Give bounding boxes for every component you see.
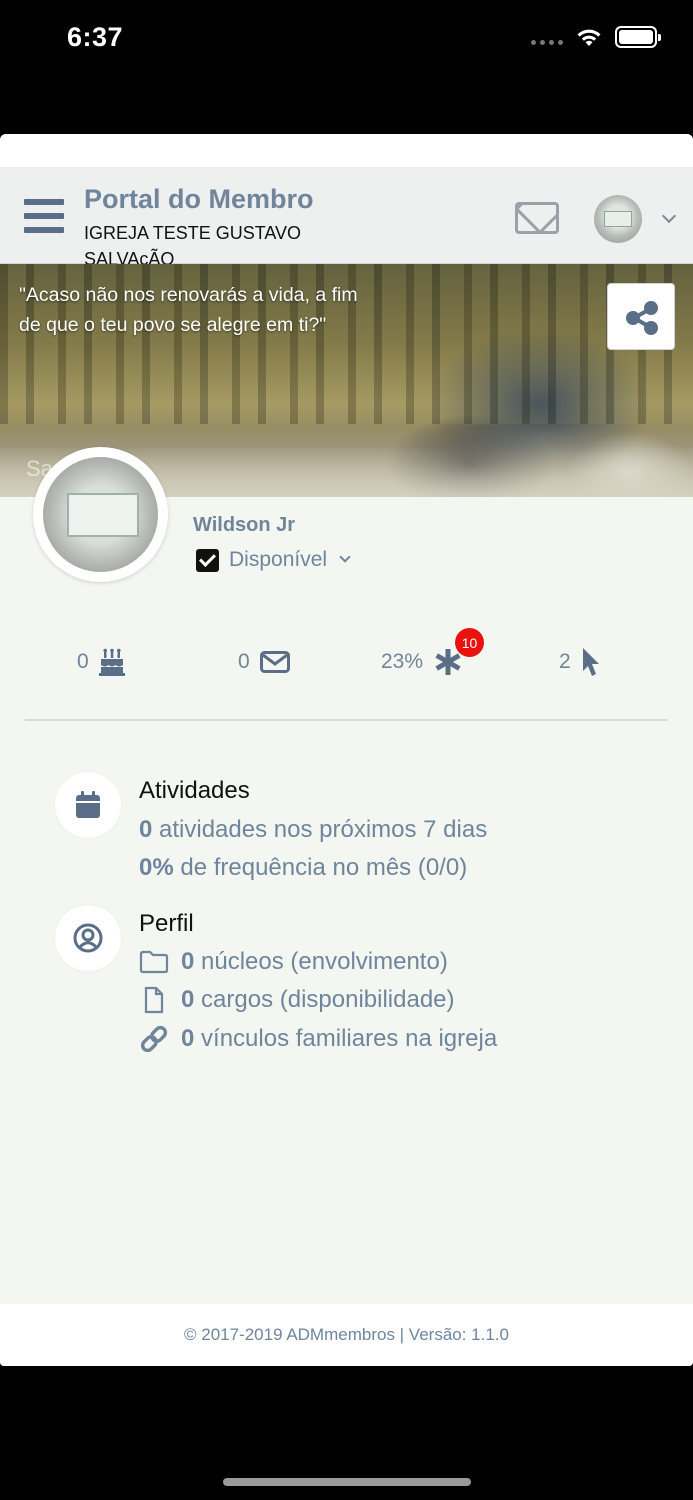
envelope-icon [259, 651, 290, 673]
share-button[interactable] [607, 283, 675, 350]
document-icon [144, 986, 164, 1014]
activities-upcoming[interactable]: 0 atividades nos próximos 7 dias [139, 816, 487, 844]
battery-icon [615, 26, 661, 48]
profile-title: Perfil [139, 910, 194, 937]
app-title: Portal do Membro [84, 184, 314, 214]
app-header: Portal do Membro IGREJA TESTE GUSTAVO SA… [0, 167, 693, 269]
user-name: Wildson Jr [193, 514, 296, 536]
stat-birthdays[interactable]: 0 [77, 644, 125, 680]
availability-checkbox[interactable] [196, 548, 219, 572]
share-icon [626, 301, 658, 335]
availability-dropdown[interactable]: Disponível [196, 548, 351, 572]
stat-messages-value: 0 [238, 650, 250, 673]
profile-avatar[interactable] [33, 447, 168, 582]
activities-section-icon [55, 772, 121, 838]
status-bar: 6:37 [0, 0, 693, 134]
cursor-icon [582, 648, 599, 676]
availability-label: Disponível [229, 548, 328, 571]
profile-groups[interactable]: 0 núcleos (envolvimento) [139, 948, 448, 976]
profile-section-icon [55, 905, 121, 971]
user-circle-icon [73, 923, 103, 953]
link-icon [140, 1025, 168, 1053]
stat-messages[interactable]: 0 [238, 644, 290, 680]
birthday-cake-icon [98, 648, 125, 676]
profile-roles[interactable]: 0 cargos (disponibilidade) [139, 986, 455, 1014]
activities-title: Atividades [139, 777, 250, 804]
envelope-icon[interactable] [515, 202, 559, 234]
stat-completion-value: 23% [381, 650, 424, 673]
header-avatar[interactable] [594, 195, 642, 243]
stat-clicks-value: 2 [559, 650, 571, 673]
chevron-down-icon [339, 551, 351, 563]
activities-attendance[interactable]: 0% de frequência no mês (0/0) [139, 854, 467, 882]
menu-icon[interactable] [24, 199, 64, 233]
folder-icon [139, 950, 169, 974]
profile-family[interactable]: 0 vínculos familiares na igreja [139, 1025, 497, 1053]
footer: © 2017-2019 ADMmembros | Versão: 1.1.0 [0, 1304, 693, 1366]
status-time: 6:37 [67, 22, 124, 52]
calendar-icon [76, 791, 100, 818]
status-icons [531, 26, 661, 48]
verse-quote: "Acaso não nos renovarás a vida, a fim d… [19, 284, 358, 336]
stat-birthdays-value: 0 [77, 650, 89, 673]
chevron-down-icon[interactable] [661, 208, 677, 224]
divider [25, 719, 668, 721]
stat-clicks[interactable]: 2 [559, 644, 601, 680]
top-spacer [0, 134, 693, 167]
home-indicator[interactable] [223, 1478, 471, 1486]
app-screen: Portal do Membro IGREJA TESTE GUSTAVO SA… [0, 134, 693, 1366]
signal-icon [531, 39, 563, 45]
wifi-icon [577, 29, 601, 46]
stat-profile-completion[interactable]: 23% [381, 644, 463, 680]
notification-badge: 10 [455, 628, 484, 657]
footer-text: © 2017-2019 ADMmembros | Versão: 1.1.0 [183, 1325, 509, 1344]
